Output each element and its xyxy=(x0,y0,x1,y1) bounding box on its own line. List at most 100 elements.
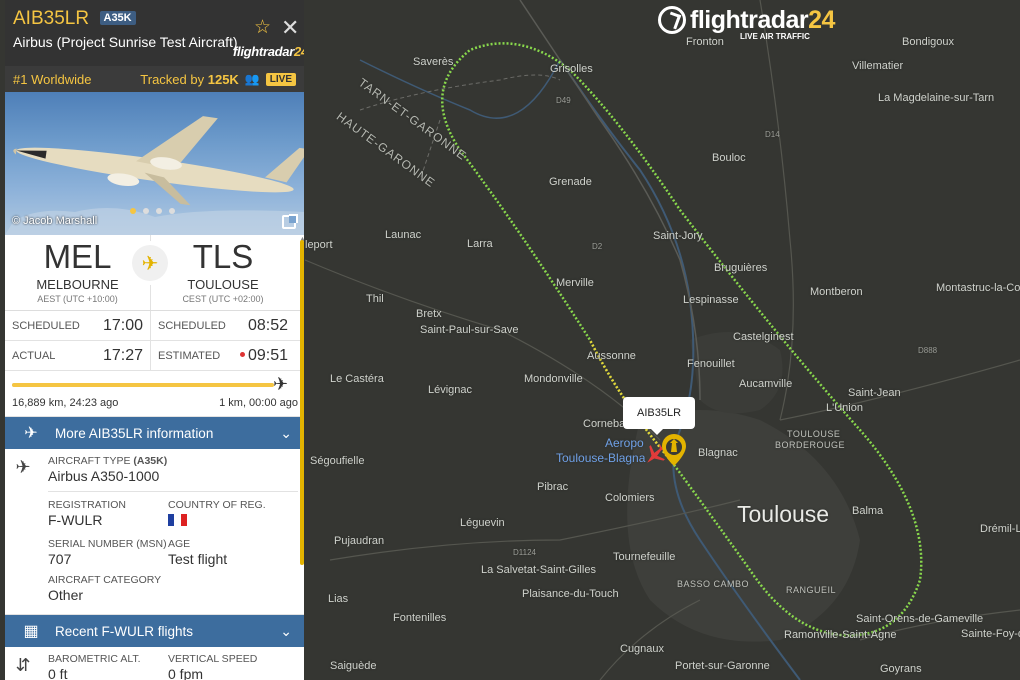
map-label: Launac xyxy=(385,229,422,241)
destination-iata: TLS xyxy=(192,238,254,275)
map-label: Lévignac xyxy=(428,384,473,396)
map-label: Aussonne xyxy=(587,350,636,362)
map-label: Ségoufielle xyxy=(310,455,365,467)
radar-logo-icon xyxy=(658,6,686,34)
more-info-label: More AIB35LR information xyxy=(55,425,214,441)
altitude-icon: ⇵ xyxy=(15,655,31,675)
map-label: Aucamville xyxy=(739,378,793,390)
time-label: ACTUAL xyxy=(12,349,56,362)
chevron-down-icon: ⌄ xyxy=(280,424,292,441)
dep-actual-cell: ACTUAL 17:27 xyxy=(5,341,150,370)
carousel-dot[interactable] xyxy=(143,208,149,214)
recent-flights-label: Recent F-WULR flights xyxy=(55,623,194,639)
map-label: Cugnaux xyxy=(620,643,665,655)
flight-progress: ✈ 16,889 km, 24:23 ago 1 km, 00:00 ago xyxy=(5,371,304,417)
tracked-count: 125K xyxy=(207,71,239,87)
map-label: Larra xyxy=(467,238,493,250)
scrollbar[interactable] xyxy=(300,240,304,565)
map-label: Merville xyxy=(556,277,594,289)
brand-number: 24 xyxy=(808,6,835,34)
carousel-dot[interactable] xyxy=(169,208,175,214)
rank-row: #1 Worldwide Tracked by 125K 👥 LIVE xyxy=(5,66,304,92)
aircraft-details: ✈ AIRCRAFT TYPE (A35K) Airbus A350-1000 … xyxy=(5,449,304,615)
map-label: Portet-sur-Garonne xyxy=(675,660,770,672)
map-label: Balma xyxy=(852,505,884,517)
aircraft-type-value: Airbus A350-1000 xyxy=(48,468,160,484)
baro-alt-label: BAROMETRIC ALT. xyxy=(48,653,141,665)
map-label: Pibrac xyxy=(537,481,569,493)
aircraft-callout[interactable]: AIB35LR xyxy=(623,397,695,435)
map-label: Thil xyxy=(366,293,384,305)
registration-value: F-WULR xyxy=(48,512,103,528)
map-label: Goyrans xyxy=(880,663,922,675)
map-label: Grisolles xyxy=(550,63,593,75)
map-label: L'Union xyxy=(826,402,863,414)
serial-label: SERIAL NUMBER (MSN) xyxy=(48,538,167,550)
airport-label[interactable]: Aeropo xyxy=(605,436,644,450)
registration-label: REGISTRATION xyxy=(48,499,126,511)
map-label-district: TOULOUSE xyxy=(787,429,841,439)
map-label: Bruguières xyxy=(714,262,768,274)
times-row: ACTUAL 17:27 ESTIMATED 09:51 xyxy=(5,341,304,371)
arr-estimated-time: 09:51 xyxy=(247,346,288,364)
aircraft-photo[interactable]: © Jacob Marshall xyxy=(5,92,304,235)
map-label: Grenade xyxy=(549,176,592,188)
arr-scheduled-time: 08:52 xyxy=(247,316,288,334)
more-info-bar[interactable]: ✈ More AIB35LR information ⌄ xyxy=(5,417,304,449)
distance-remaining: 1 km, 00:00 ago xyxy=(219,397,298,409)
airport-label[interactable]: Toulouse-Blagna xyxy=(556,451,645,465)
road-label: D2 xyxy=(592,242,603,251)
map-label: Tournefeuille xyxy=(613,551,676,563)
aircraft-type-code: (A35K) xyxy=(133,455,168,467)
flightradar24-logo: flightradar24 LIVE AIR TRAFFIC xyxy=(658,6,835,41)
france-flag-icon xyxy=(168,514,187,526)
map-label: Bouloc xyxy=(712,152,746,164)
age-label: AGE xyxy=(168,538,191,550)
age-value: Test flight xyxy=(168,551,228,567)
carousel-dot[interactable] xyxy=(156,208,162,214)
callsign: AIB35LR xyxy=(13,8,90,29)
map-label: Ramonville-Saint-Agne xyxy=(784,629,897,641)
map-label: Sainte-Foy-d xyxy=(961,628,1020,640)
time-label: SCHEDULED xyxy=(158,319,226,332)
map-label: Saint-Orens-de-Gameville xyxy=(856,613,984,625)
map-label-district: RANGUEIL xyxy=(786,585,837,595)
carousel-dot[interactable] xyxy=(130,208,136,214)
map-label: Saint-Jean xyxy=(848,387,901,399)
map-label: Drémil-L xyxy=(980,523,1020,535)
progress-fill xyxy=(12,383,274,387)
aircraft-icon: ✈ xyxy=(15,457,31,477)
map-label-district: BORDEROUGE xyxy=(775,440,846,450)
map-label: Saiguède xyxy=(330,660,377,672)
open-external-icon[interactable] xyxy=(282,214,298,229)
map-label: Léguevin xyxy=(460,517,505,529)
map-label: Saint-Paul-sur-Save xyxy=(420,324,519,336)
map-label: Saint-Jory xyxy=(653,230,703,242)
serial-value: 707 xyxy=(48,551,72,567)
dep-scheduled-cell: SCHEDULED 17:00 xyxy=(5,311,150,340)
recent-flights-bar[interactable]: ▦ Recent F-WULR flights ⌄ xyxy=(5,615,304,647)
flight-info-panel: AIB35LR A35K ☆ ✕ Airbus (Project Sunrise… xyxy=(5,0,304,680)
times-row: SCHEDULED 17:00 SCHEDULED 08:52 xyxy=(5,311,304,341)
map-label: Blagnac xyxy=(698,447,738,459)
origin-airport[interactable]: MEL MELBOURNE AEST (UTC +10:00) xyxy=(5,235,150,310)
map-label: Villematier xyxy=(852,60,904,72)
destination-timezone: CEST (UTC +02:00) xyxy=(182,294,264,304)
map-label: leport xyxy=(305,239,333,251)
close-icon[interactable]: ✕ xyxy=(281,17,299,39)
aircraft-type-badge: A35K xyxy=(99,11,136,25)
destination-airport[interactable]: TLS TOULOUSE CEST (UTC +02:00) xyxy=(150,235,295,310)
calendar-icon: ▦ xyxy=(23,623,39,640)
category-label: AIRCRAFT CATEGORY xyxy=(48,574,162,586)
tracked-by: Tracked by 125K xyxy=(140,72,239,87)
road-label: D14 xyxy=(765,130,780,139)
star-icon[interactable]: ☆ xyxy=(254,18,271,37)
photo-carousel-dots[interactable] xyxy=(130,208,175,214)
brand-subtitle: LIVE AIR TRAFFIC xyxy=(740,32,810,41)
map-label: Fontenilles xyxy=(393,612,447,624)
map-label: Lias xyxy=(328,593,349,605)
time-label: ESTIMATED xyxy=(158,349,221,362)
map-label: La Salvetat-Saint-Gilles xyxy=(481,564,596,576)
aircraft-type-label: AIRCRAFT TYPE xyxy=(48,455,131,467)
altitude-details: ⇵ BAROMETRIC ALT. 0 ft VERTICAL SPEED 0 … xyxy=(5,647,304,680)
